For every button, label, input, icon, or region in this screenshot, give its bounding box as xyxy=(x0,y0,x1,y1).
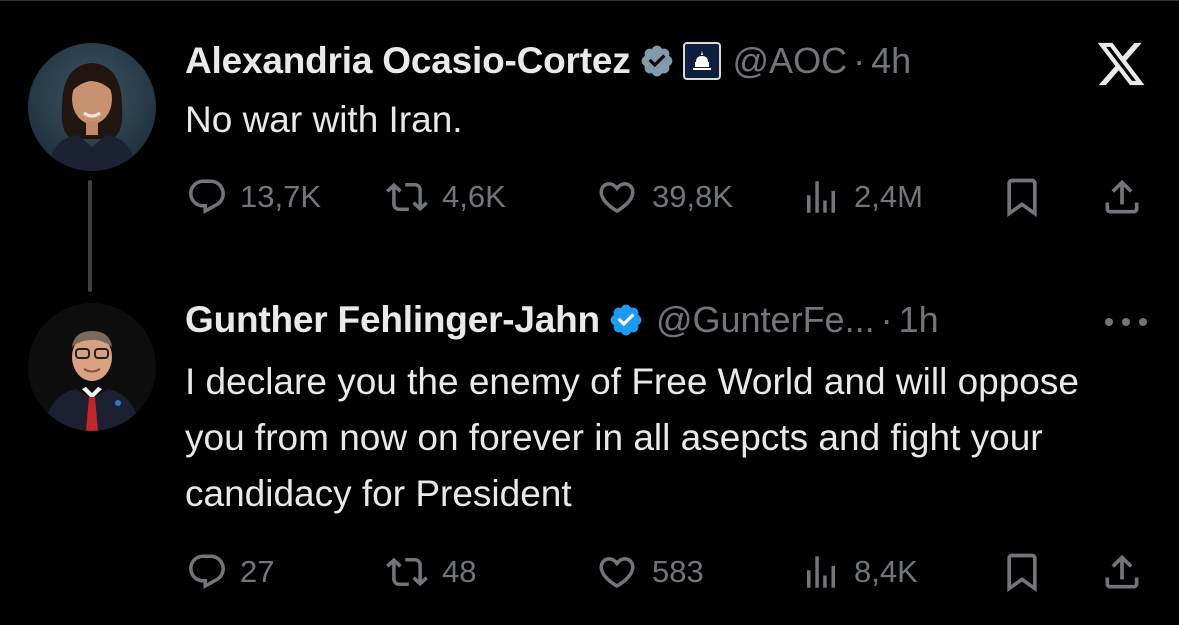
timestamp[interactable]: 1h xyxy=(899,299,939,341)
heart-icon xyxy=(599,182,635,214)
avatar[interactable] xyxy=(28,303,156,431)
like-count: 39,8K xyxy=(652,179,734,214)
like-button[interactable]: 39,8K xyxy=(594,172,733,222)
avatar[interactable] xyxy=(28,43,156,171)
action-bar: 13,7K 4,6K 39,8K 2,4M xyxy=(0,172,1179,222)
views-button[interactable]: 8,4K xyxy=(800,547,918,597)
bookmark-button[interactable] xyxy=(1000,547,1044,597)
views-count: 8,4K xyxy=(854,554,918,589)
heart-icon xyxy=(599,557,635,589)
reply-button[interactable]: 27 xyxy=(186,547,274,597)
bookmark-button[interactable] xyxy=(1000,172,1044,222)
repost-icon xyxy=(386,557,428,587)
author-handle[interactable]: @AOC xyxy=(733,40,848,82)
tweet-header: Alexandria Ocasio-Cortez @AOC · 4h xyxy=(185,38,911,84)
views-chart-icon xyxy=(807,556,835,588)
reply-count: 27 xyxy=(240,554,275,589)
share-button[interactable] xyxy=(1100,172,1144,222)
reply-icon xyxy=(189,179,225,214)
action-bar: 27 48 583 8,4K xyxy=(0,547,1179,597)
tweet-text: No war with Iran. xyxy=(185,99,463,140)
repost-count: 48 xyxy=(442,554,477,589)
share-button[interactable] xyxy=(1100,547,1144,597)
tweet-text: I declare you the enemy of Free World an… xyxy=(185,361,1079,514)
repost-icon xyxy=(386,182,428,212)
tweet-reply[interactable]: Gunther Fehlinger-Jahn @GunterFe... · 1h… xyxy=(0,260,1179,625)
reply-icon xyxy=(189,554,225,589)
author-name[interactable]: Alexandria Ocasio-Cortez xyxy=(185,40,631,82)
share-icon xyxy=(1105,179,1139,214)
repost-count: 4,6K xyxy=(442,179,506,214)
like-button[interactable]: 583 xyxy=(594,547,704,597)
affiliation-badge-icon[interactable] xyxy=(682,42,721,80)
bookmark-icon xyxy=(1007,553,1037,593)
tweet-header: Gunther Fehlinger-Jahn @GunterFe... · 1h xyxy=(185,297,939,343)
views-button[interactable]: 2,4M xyxy=(800,172,923,222)
reply-button[interactable]: 13,7K xyxy=(186,172,321,222)
author-name[interactable]: Gunther Fehlinger-Jahn xyxy=(185,299,600,341)
more-options-icon[interactable] xyxy=(1103,316,1149,328)
views-chart-icon xyxy=(807,181,835,213)
verified-badge-icon xyxy=(639,43,675,79)
repost-button[interactable]: 48 xyxy=(384,547,476,597)
verified-badge-icon xyxy=(608,302,644,338)
views-count: 2,4M xyxy=(854,179,923,214)
reply-count: 13,7K xyxy=(240,179,322,214)
timestamp[interactable]: 4h xyxy=(871,40,911,82)
tweet-aoc[interactable]: Alexandria Ocasio-Cortez @AOC · 4h No wa… xyxy=(0,0,1179,292)
bookmark-icon xyxy=(1007,178,1037,218)
x-logo-icon xyxy=(1097,42,1145,86)
share-icon xyxy=(1105,554,1139,589)
separator-dot: · xyxy=(853,40,866,81)
like-count: 583 xyxy=(652,554,704,589)
repost-button[interactable]: 4,6K xyxy=(384,172,506,222)
author-handle[interactable]: @GunterFe... xyxy=(656,299,875,341)
separator-dot: · xyxy=(880,299,893,340)
